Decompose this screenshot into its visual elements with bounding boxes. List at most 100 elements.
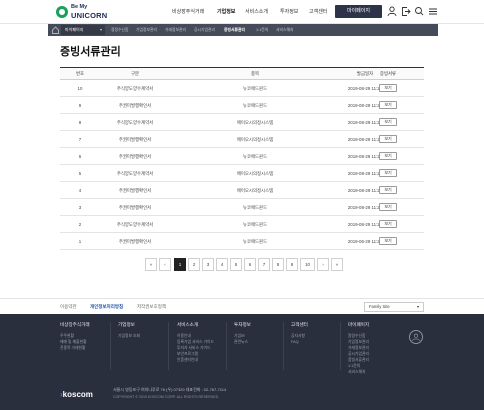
footer-divider <box>110 322 111 370</box>
breadcrumb-item-inquiry[interactable]: 1:1문의 <box>256 24 268 36</box>
page-first-button[interactable]: « <box>145 258 157 271</box>
page-button-2[interactable]: 2 <box>188 258 200 271</box>
search-icon[interactable] <box>414 6 424 17</box>
cell-type: 주권미발행확인서 <box>118 188 152 193</box>
page-button-9[interactable]: 9 <box>286 258 298 271</box>
table-body: 10 주식양도양수계약서 뉴코애드윈드 2019-08-29 11:20 보기 9 주권미발… <box>60 80 424 250</box>
page-next-button[interactable]: › <box>317 258 329 271</box>
page-button-3[interactable]: 3 <box>202 258 214 271</box>
cell-date: 2019-06-29 11:20 <box>347 239 383 244</box>
my-page-button[interactable]: 마이페이지 <box>335 5 382 18</box>
footer-col-title[interactable]: 기업정보 <box>118 322 140 328</box>
footer-col-support: 고객센터 공지사항 FAQ <box>291 322 308 345</box>
cell-date: 2019-08-29 11:20 <box>347 103 383 108</box>
breadcrumb-item-trade[interactable]: 거래정보관리 <box>165 24 186 36</box>
table-row: 1 주권미발행확인서 뉴코애드윈드 2019-06-29 11:20 보기 <box>60 233 424 250</box>
view-document-button[interactable]: 보기 <box>379 186 397 194</box>
koscom-logo-text: koscom <box>62 390 93 399</box>
customer-service-icon[interactable] <box>409 330 423 344</box>
cell-type: 주식양도양수계약서 <box>116 120 154 125</box>
footer-link[interactable]: 기업정보 조회 <box>118 333 140 339</box>
gnb-item-support[interactable]: 고객센터 <box>309 0 327 24</box>
view-document-button[interactable]: 보기 <box>379 220 397 228</box>
breadcrumb-item-company[interactable]: 기업정보관리 <box>136 24 157 36</box>
table-row: 7 주권미발행확인서 에이오시의정시스템 2019-08-29 11:20 보기 <box>60 131 424 148</box>
documents-table: 번호 구분 종목 발급일자 증빙서류 10 주식양도양수계약서 뉴코애드윈드 2019… <box>60 67 424 250</box>
view-document-button[interactable]: 보기 <box>379 152 397 160</box>
page-button-6[interactable]: 6 <box>244 258 256 271</box>
page-button-4[interactable]: 4 <box>216 258 228 271</box>
view-document-button[interactable]: 보기 <box>379 237 397 245</box>
user-icon[interactable] <box>387 6 397 17</box>
footer-link[interactable]: 관련뉴스 <box>234 339 251 345</box>
gnb-item-service[interactable]: 서비스소개 <box>245 0 268 24</box>
site-logo[interactable]: Be My UNICORN <box>56 3 116 21</box>
footer-col-title[interactable]: 서비스소개 <box>177 322 214 328</box>
home-icon[interactable] <box>52 26 59 34</box>
breadcrumb-item-inbox[interactable]: 정정수신함 <box>111 24 128 36</box>
footer-link[interactable]: 전종목 거래현황 <box>60 345 90 351</box>
copyright-policy-link[interactable]: 저작권보호정책 <box>137 299 166 315</box>
menu-icon[interactable] <box>428 6 438 17</box>
cell-date: 2019-08-29 11:20 <box>347 171 383 176</box>
footer-divider <box>226 322 227 370</box>
view-document-button[interactable]: 보기 <box>379 118 397 126</box>
page-button-1[interactable]: 1 <box>174 258 186 271</box>
footer-divider <box>168 322 169 370</box>
footer-col-title[interactable]: 고객센터 <box>291 322 308 328</box>
cell-type: 주권미발행확인서 <box>118 205 152 210</box>
cell-type: 주권미발행확인서 <box>118 239 152 244</box>
view-document-button[interactable]: 보기 <box>379 84 397 92</box>
logout-icon[interactable] <box>401 6 411 17</box>
cell-type: 주식양도양수계약서 <box>116 222 154 227</box>
table-row: 2 주식양도양수계약서 뉴코애드윈드 2019-08-29 11:20 보기 <box>60 216 424 233</box>
gnb-item-trading[interactable]: 비상장주식거래 <box>172 0 204 24</box>
family-site-select[interactable]: Family Site ▾ <box>364 302 424 312</box>
terms-link[interactable]: 이용약관 <box>60 299 77 315</box>
cell-no: 6 <box>78 154 82 159</box>
table-row: 5 주식양도양수계약서 에이오시의정시스템 2019-08-29 11:20 보기 <box>60 165 424 182</box>
footer-col-service: 서비스소개 이용안내 등록기업 서비스 가이드 투자자 서비스 가이드 보안프로… <box>177 322 214 363</box>
breadcrumb-section-label: 마이페이지 <box>65 27 84 32</box>
chevron-down-icon: ▾ <box>99 27 102 32</box>
view-document-button[interactable]: 보기 <box>379 101 397 109</box>
footer-col-company: 기업정보 기업정보 조회 <box>118 322 140 339</box>
view-document-button[interactable]: 보기 <box>379 135 397 143</box>
table-header: 번호 구분 종목 발급일자 증빙서류 <box>60 67 424 80</box>
cell-type: 주권미발행확인서 <box>118 154 152 159</box>
cell-no: 5 <box>78 171 82 176</box>
footer-col-title[interactable]: 비상장주식거래 <box>60 322 90 328</box>
page-button-7[interactable]: 7 <box>258 258 270 271</box>
footer-copyright: COPYRIGHT © 2019 KOSCOM CORP. ALL RIGHTS… <box>113 395 220 399</box>
page-button-10[interactable]: 10 <box>300 258 315 271</box>
page-button-5[interactable]: 5 <box>230 258 242 271</box>
cell-no: 9 <box>78 103 82 108</box>
footer-col-mypage: 마이페이지 알람수신함 기업정보관리 거래정보관리 공시기업관리 증빙서류관리 … <box>348 322 369 375</box>
breadcrumb-item-cancel[interactable]: 서비스해지 <box>276 24 293 36</box>
cell-date: 2019-08-29 11:20 <box>347 154 383 159</box>
privacy-link[interactable]: 개인정보처리방침 <box>90 299 123 315</box>
view-document-button[interactable]: 보기 <box>379 203 397 211</box>
page-button-8[interactable]: 8 <box>272 258 284 271</box>
gnb-item-company-info[interactable]: 기업정보 <box>217 0 235 24</box>
cell-date: 2019-08-29 11:20 <box>347 188 383 193</box>
footer-link[interactable]: 인증센터안내 <box>177 357 214 363</box>
logo-mark-icon <box>56 6 68 18</box>
cell-type: 주권미발행확인서 <box>118 103 152 108</box>
header-document: 증빙서류 <box>379 71 397 76</box>
cell-no: 10 <box>77 86 83 91</box>
footer-divider <box>340 322 341 370</box>
gnb-item-invest-info[interactable]: 투자정보 <box>280 0 298 24</box>
footer-link[interactable]: FAQ <box>291 339 308 345</box>
footer-col-title[interactable]: 투자정보 <box>234 322 251 328</box>
view-document-button[interactable]: 보기 <box>379 169 397 177</box>
page-prev-button[interactable]: ‹ <box>159 258 171 271</box>
breadcrumb-item-documents[interactable]: 증빙서류관리 <box>224 24 245 36</box>
breadcrumb-item-disclosure[interactable]: 공시기업관리 <box>194 24 215 36</box>
breadcrumb-section-select[interactable]: 마이페이지 ▾ <box>61 25 105 35</box>
cell-date: 2019-08-29 11:20 <box>347 205 383 210</box>
cell-no: 7 <box>78 137 82 142</box>
footer-col-title[interactable]: 마이페이지 <box>348 322 369 328</box>
footer-link[interactable]: 서비스해지 <box>348 369 369 375</box>
page-last-button[interactable]: » <box>331 258 343 271</box>
